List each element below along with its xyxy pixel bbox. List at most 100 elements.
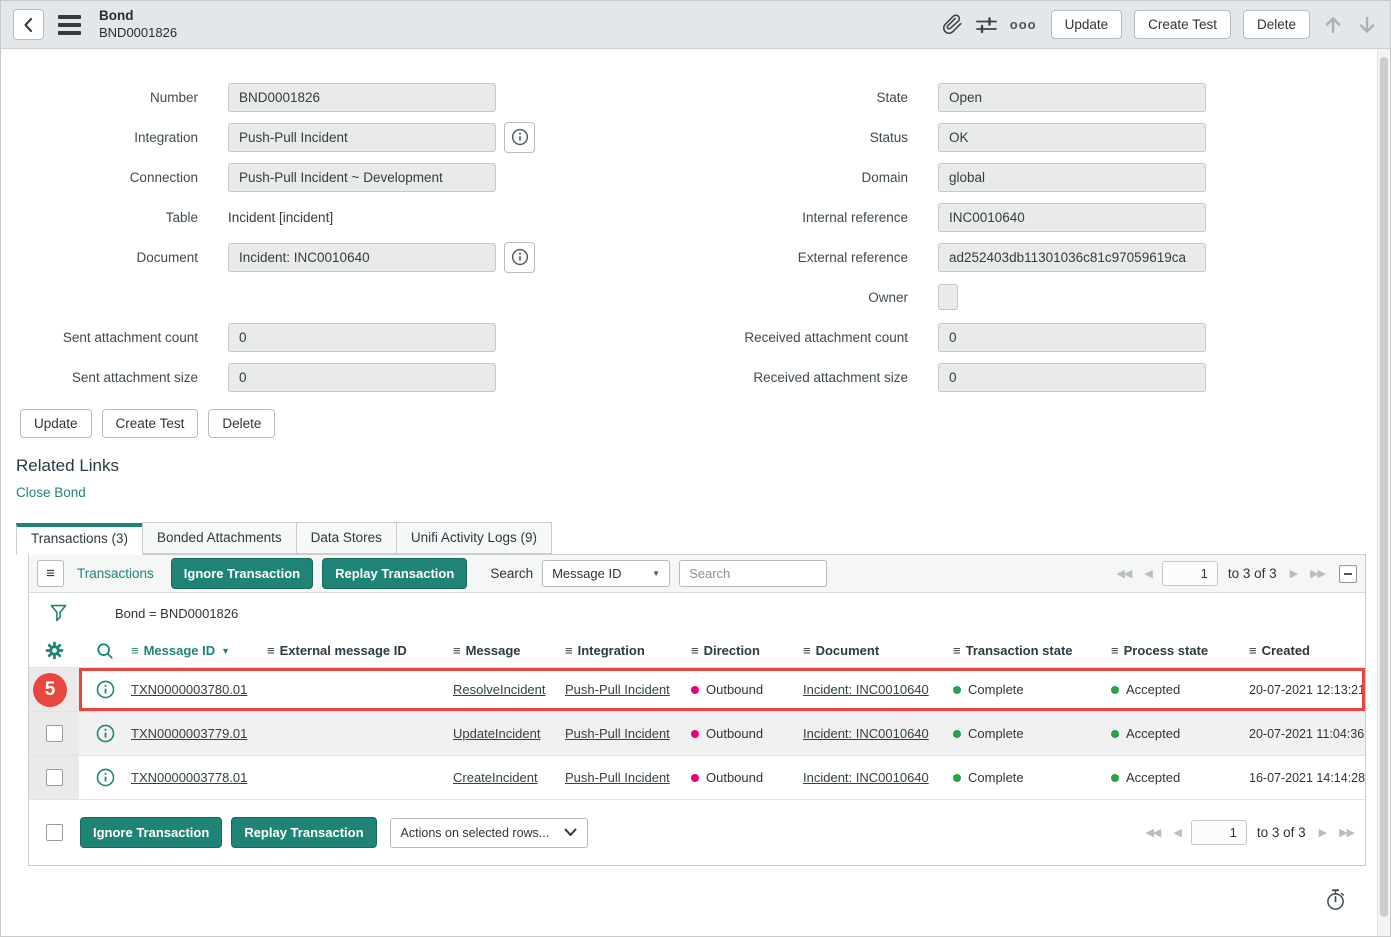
vertical-scrollbar-track[interactable] xyxy=(1377,49,1390,937)
tab-data-stores[interactable]: Data Stores xyxy=(296,522,397,554)
document-link[interactable]: Incident: INC0010640 xyxy=(803,726,953,741)
row-info-icon[interactable] xyxy=(79,724,131,743)
form-button-bar: Update Create Test Delete xyxy=(20,409,1390,438)
collapse-list-icon[interactable] xyxy=(1339,565,1357,583)
internal-reference-field[interactable] xyxy=(938,203,1206,232)
vertical-scrollbar-thumb[interactable] xyxy=(1380,57,1388,917)
received-attachment-size-field[interactable] xyxy=(938,363,1206,392)
transactions-list: ≡ Transactions Ignore Transaction Replay… xyxy=(28,554,1366,866)
external-reference-field[interactable] xyxy=(938,243,1206,272)
delete-button-header[interactable]: Delete xyxy=(1243,10,1310,39)
close-bond-link[interactable]: Close Bond xyxy=(16,485,86,500)
owner-field[interactable] xyxy=(938,284,958,310)
update-button-header[interactable]: Update xyxy=(1051,10,1123,39)
next-page-icon[interactable]: ▶ xyxy=(1316,826,1329,839)
connection-field[interactable] xyxy=(228,163,496,192)
first-page-icon[interactable]: ◀◀ xyxy=(1113,567,1134,580)
ignore-transaction-button[interactable]: Ignore Transaction xyxy=(171,558,313,589)
row-checkbox[interactable] xyxy=(46,769,63,786)
last-page-icon[interactable]: ▶▶ xyxy=(1307,567,1328,580)
status-field[interactable] xyxy=(938,123,1206,152)
replay-transaction-button[interactable]: Replay Transaction xyxy=(322,558,467,589)
update-button[interactable]: Update xyxy=(20,409,92,438)
received-attachment-count-field[interactable] xyxy=(938,323,1206,352)
actions-select-label: Actions on selected rows... xyxy=(401,826,550,840)
create-test-button-header[interactable]: Create Test xyxy=(1134,10,1231,39)
message-link[interactable]: ResolveIncident xyxy=(453,682,565,697)
filter-funnel-icon[interactable] xyxy=(37,603,79,624)
delete-button[interactable]: Delete xyxy=(208,409,275,438)
sent-attachment-size-field[interactable] xyxy=(228,363,496,392)
message-link[interactable]: UpdateIncident xyxy=(453,726,565,741)
domain-field[interactable] xyxy=(938,163,1206,192)
previous-record-arrow-icon[interactable] xyxy=(1322,14,1344,36)
row-checkbox[interactable] xyxy=(46,725,63,742)
column-header-transaction-state[interactable]: ≡ Transaction state xyxy=(953,643,1111,658)
column-header-external-message-id[interactable]: ≡ External message ID xyxy=(267,643,453,658)
more-options-button[interactable]: ooo xyxy=(1010,17,1037,32)
tab-transactions[interactable]: Transactions (3) xyxy=(16,523,143,555)
integration-link[interactable]: Push-Pull Incident xyxy=(565,770,691,785)
page-number-input[interactable] xyxy=(1191,820,1247,845)
first-page-icon[interactable]: ◀◀ xyxy=(1142,826,1163,839)
message-link[interactable]: CreateIncident xyxy=(453,770,565,785)
search-field-select[interactable]: Message ID ▼ xyxy=(542,560,670,587)
ignore-transaction-button-footer[interactable]: Ignore Transaction xyxy=(80,817,222,848)
message-id-link[interactable]: TXN0000003779.01 xyxy=(131,726,267,741)
next-page-icon[interactable]: ▶ xyxy=(1287,567,1300,580)
select-all-checkbox[interactable] xyxy=(46,824,63,841)
column-label: Message ID xyxy=(144,643,216,658)
integration-link[interactable]: Push-Pull Incident xyxy=(565,682,691,697)
column-header-process-state[interactable]: ≡ Process state xyxy=(1111,643,1249,658)
column-header-created[interactable]: ≡ Created xyxy=(1249,643,1365,658)
row-info-icon[interactable] xyxy=(79,768,131,787)
column-header-document[interactable]: ≡ Document xyxy=(803,643,953,658)
column-search-icon[interactable] xyxy=(79,642,131,660)
list-context-menu-icon[interactable]: ≡ xyxy=(37,560,64,587)
column-label: External message ID xyxy=(280,643,407,658)
state-label: State xyxy=(697,90,938,105)
filter-breadcrumb[interactable]: Bond = BND0001826 xyxy=(115,606,238,621)
column-menu-icon: ≡ xyxy=(565,643,573,658)
row-info-icon[interactable] xyxy=(79,680,131,699)
column-header-direction[interactable]: ≡ Direction xyxy=(691,643,803,658)
create-test-button[interactable]: Create Test xyxy=(102,409,199,438)
document-field[interactable] xyxy=(228,243,496,272)
back-button[interactable] xyxy=(13,9,44,40)
select-caret-icon: ▼ xyxy=(652,569,660,578)
column-header-message-id[interactable]: ≡ Message ID ▼ xyxy=(131,643,267,658)
number-field[interactable] xyxy=(228,83,496,112)
domain-label: Domain xyxy=(697,170,938,185)
list-personalize-gear-icon[interactable] xyxy=(29,641,79,660)
tab-unifi-activity-logs[interactable]: Unifi Activity Logs (9) xyxy=(396,522,552,554)
column-header-message[interactable]: ≡ Message xyxy=(453,643,565,658)
column-menu-icon: ≡ xyxy=(1111,643,1119,658)
process-state-value: Accepted xyxy=(1126,682,1180,697)
document-link[interactable]: Incident: INC0010640 xyxy=(803,682,953,697)
column-label: Direction xyxy=(704,643,760,658)
actions-on-selected-rows-select[interactable]: Actions on selected rows... xyxy=(390,818,588,848)
search-input[interactable] xyxy=(679,560,827,587)
replay-transaction-button-footer[interactable]: Replay Transaction xyxy=(231,817,376,848)
integration-preview-button[interactable] xyxy=(504,122,535,153)
tab-bonded-attachments[interactable]: Bonded Attachments xyxy=(142,522,297,554)
form-context-menu-icon[interactable] xyxy=(58,15,81,35)
next-record-arrow-icon[interactable] xyxy=(1356,14,1378,36)
state-field[interactable] xyxy=(938,83,1206,112)
list-header-row: ≡ Message ID ▼ ≡ External message ID ≡ M… xyxy=(29,634,1365,667)
previous-page-icon[interactable]: ◀ xyxy=(1141,567,1154,580)
document-preview-button[interactable] xyxy=(504,242,535,273)
document-link[interactable]: Incident: INC0010640 xyxy=(803,770,953,785)
personalize-form-sliders-icon[interactable] xyxy=(975,15,998,35)
message-id-link[interactable]: TXN0000003780.01 xyxy=(131,682,267,697)
column-header-integration[interactable]: ≡ Integration xyxy=(565,643,691,658)
message-id-link[interactable]: TXN0000003778.01 xyxy=(131,770,267,785)
page-number-input[interactable] xyxy=(1162,561,1218,586)
previous-page-icon[interactable]: ◀ xyxy=(1170,826,1183,839)
integration-link[interactable]: Push-Pull Incident xyxy=(565,726,691,741)
last-page-icon[interactable]: ▶▶ xyxy=(1336,826,1357,839)
integration-field[interactable] xyxy=(228,123,496,152)
response-time-stopwatch-icon[interactable] xyxy=(1325,888,1346,916)
attachment-paperclip-icon[interactable] xyxy=(942,14,963,35)
sent-attachment-count-field[interactable] xyxy=(228,323,496,352)
